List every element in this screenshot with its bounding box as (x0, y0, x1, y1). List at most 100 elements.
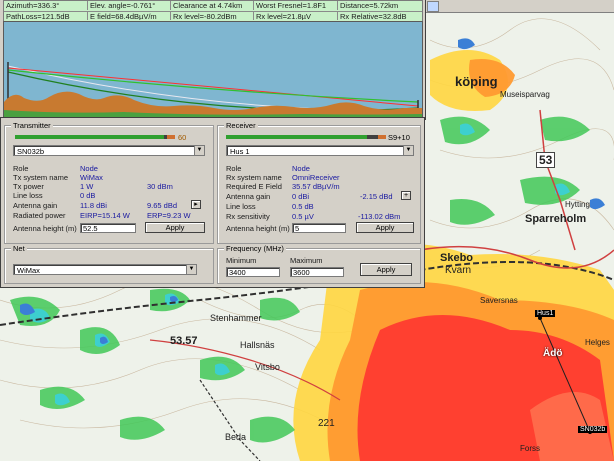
net-value: WiMax (17, 266, 40, 275)
rx-site-select[interactable]: Hus 1 ▼ (226, 145, 414, 156)
rx-signal-bar (226, 135, 386, 139)
freq-min-input[interactable]: 3400 (226, 267, 280, 277)
road-53-label: 53 (536, 152, 556, 168)
tx-signal-bar (15, 135, 175, 139)
tx-power-dbm: 30 dBm (147, 182, 173, 191)
transmitter-title: Transmitter (11, 121, 53, 130)
info-efield: E field=68.4dBµV/m (88, 11, 171, 20)
rx-signal-peak (378, 135, 386, 139)
place-stenhammer: Stenhammer (210, 313, 262, 323)
chevron-down-icon[interactable]: ▼ (186, 265, 196, 274)
info-clearance: Clearance at 4.74km (171, 1, 254, 10)
place-saversnas: Saversnas (480, 296, 518, 305)
place-koping: köping (455, 74, 498, 89)
rx-sens-label: Rx sensitivity (226, 212, 270, 221)
place-museisparvag: Museisparvag (500, 90, 550, 99)
radio-link-panel: Transmitter 60 SN032b ▼ Role Node Tx sys… (0, 117, 425, 288)
rx-sens-dbm: -113.02 dBm (358, 212, 401, 221)
tx-system-value: WiMax (80, 173, 103, 182)
frequency-title: Frequency (MHz) (224, 244, 286, 253)
rx-efield-label: Required E Field (226, 182, 282, 191)
rx-apply-button[interactable]: Apply (356, 222, 414, 233)
frequency-group: Frequency (MHz) Minimum 3400 Maximum 360… (217, 244, 421, 284)
rx-gain-dbi: 0 dBi (292, 192, 310, 201)
tx-line-loss-label: Line loss (13, 191, 43, 200)
info-pathloss: PathLoss=121.5dB (4, 11, 88, 20)
net-select[interactable]: WiMax ▼ (13, 264, 197, 275)
terrain-profile-svg (4, 22, 422, 118)
rx-system-value: OmniReceiver (292, 173, 340, 182)
tx-site-select[interactable]: SN032b ▼ (13, 145, 205, 156)
tx-apply-button[interactable]: Apply (145, 222, 205, 233)
rx-system-label: Rx system name (226, 173, 282, 182)
info-fresnel: Worst Fresnel=1.8F1 (254, 1, 338, 10)
tx-power-label: Tx power (13, 182, 44, 191)
freq-min-label: Minimum (226, 256, 257, 265)
path-profile-panel: Azimuth=336.3° Elev. angle=-0.761° Clear… (0, 0, 426, 120)
tx-site-value: SN032b (17, 147, 45, 156)
tx-erp: ERP=9.23 W (147, 211, 191, 220)
info-distance: Distance=5.72km (340, 1, 399, 10)
tx-role-value: Node (80, 164, 98, 173)
transmitter-group: Transmitter 60 SN032b ▼ Role Node Tx sys… (4, 121, 214, 244)
tx-signal-fill (15, 135, 164, 139)
rx-gain-dbd: -2.15 dBd (360, 192, 393, 201)
place-forss: Forss (520, 444, 540, 453)
freq-max-input[interactable]: 3600 (290, 267, 344, 277)
place-helges: Helges (585, 338, 610, 347)
terrain-profile-graph[interactable] (3, 21, 423, 119)
site-sn032b-tag[interactable]: SN032b (578, 426, 608, 433)
rx-height-input[interactable]: 5 (292, 223, 346, 233)
site-hus1-tag[interactable]: Hus1 (535, 310, 556, 317)
rx-role-label: Role (226, 164, 242, 173)
rx-sens-uv: 0.5 µV (292, 212, 314, 221)
receiver-title: Receiver (224, 121, 258, 130)
place-ado: Ädö (543, 348, 563, 359)
place-skebo: Skebo (440, 252, 474, 264)
tx-role-label: Role (13, 164, 29, 173)
place-hallsnas: Hallsnäs (240, 340, 275, 350)
tx-bar-value: 60 (178, 133, 187, 142)
chevron-down-icon[interactable]: ▼ (403, 146, 413, 155)
rx-height-label: Antenna height (m) (226, 224, 290, 233)
tx-system-label: Tx system name (13, 173, 69, 182)
info-azimuth: Azimuth=336.3° (4, 1, 88, 10)
rx-bar-value: S9+10 (388, 133, 410, 142)
map-toolbar (424, 0, 614, 13)
tx-gain-button[interactable]: ▸ (191, 200, 201, 209)
receiver-group: Receiver S9+10 Hus 1 ▼ Role Node Rx syst… (217, 121, 421, 244)
rx-line-loss-label: Line loss (226, 202, 256, 211)
place-hytting: Hytting (565, 200, 590, 209)
net-title: Net (11, 244, 27, 253)
tx-gain-label: Antenna gain (13, 201, 58, 210)
link-info-grid: Azimuth=336.3° Elev. angle=-0.761° Clear… (3, 0, 423, 22)
rx-efield-value: 35.57 dBµV/m (292, 182, 340, 191)
tx-height-input[interactable]: 52.5 (80, 223, 136, 233)
tx-line-loss-value: 0 dB (80, 191, 96, 200)
tx-eirp: EIRP=15.14 W (80, 211, 130, 220)
rx-gain-label: Antenna gain (226, 192, 271, 201)
tx-gain-dbd: 9.65 dBd (147, 201, 178, 210)
place-vitsbo: Vitsbo (255, 362, 280, 372)
rx-line-loss-value: 0.5 dB (292, 202, 314, 211)
chevron-down-icon[interactable]: ▼ (194, 146, 204, 155)
info-elevation: Elev. angle=-0.761° (88, 1, 171, 10)
info-rxlevel-dbm: Rx level=-80.2dBm (171, 11, 254, 20)
tx-power-watts: 1 W (80, 182, 94, 191)
net-group: Net WiMax ▼ (4, 244, 214, 284)
place-sparreholm: Sparreholm (525, 213, 587, 225)
freq-apply-button[interactable]: Apply (360, 263, 412, 276)
tx-radiated-label: Radiated power (13, 211, 66, 220)
rx-role-value: Node (292, 164, 310, 173)
road-221-label: 221 (318, 418, 335, 429)
rx-site-value: Hus 1 (230, 147, 250, 156)
rx-gain-button[interactable]: + (401, 191, 411, 200)
info-rxlevel-uv: Rx level=21.8µV (254, 11, 338, 20)
info-rx-relative: Rx Relative=32.8dB (338, 11, 422, 20)
rx-signal-fill (226, 135, 367, 139)
place-kvarn: Kvarn (445, 265, 472, 276)
freq-max-label: Maximum (290, 256, 323, 265)
place-beda: Beda (225, 432, 247, 442)
map-tool-button[interactable] (427, 1, 439, 12)
tx-signal-peak (167, 135, 175, 139)
